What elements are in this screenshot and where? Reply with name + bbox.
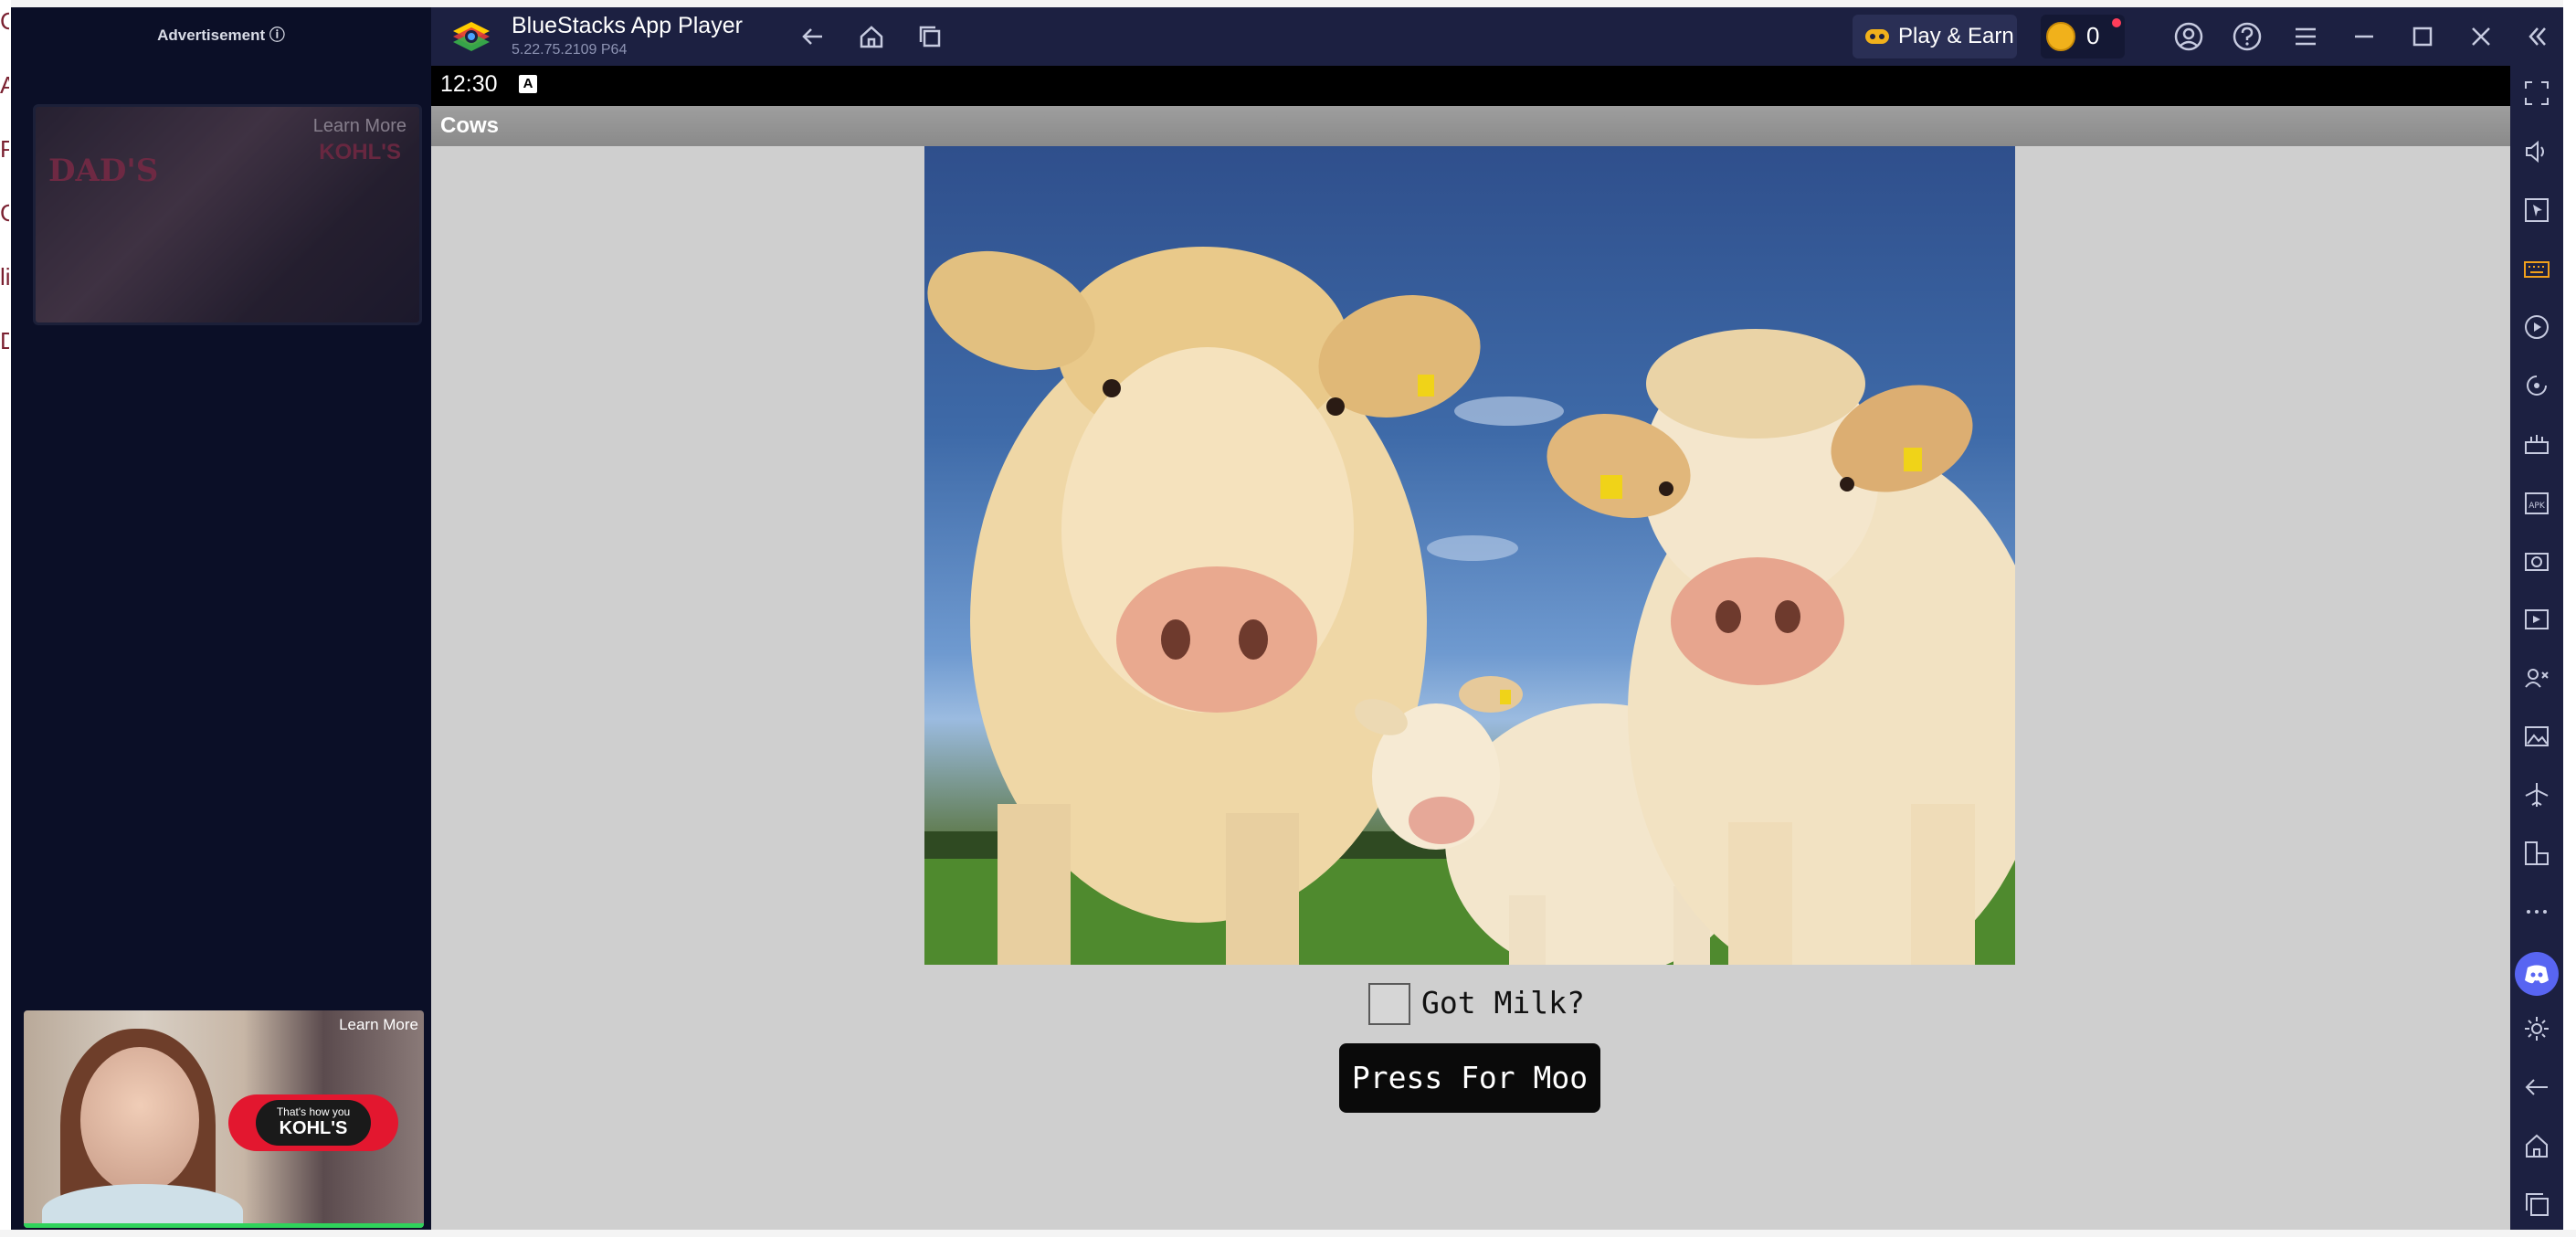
background-page-left: Cy Ad Pe G li D: [0, 0, 11, 1237]
window-titlebar: BlueStacks App Player 5.22.75.2109 P64 P…: [431, 7, 2563, 66]
play-and-earn-label: Play & Earn: [1898, 24, 2014, 48]
background-page-right: [2563, 0, 2576, 1237]
advertisement-panel: Advertisement ⓘ Learn More KOHL'S DAD'S …: [11, 7, 431, 1237]
screen-record-icon[interactable]: [2522, 605, 2551, 634]
got-milk-label[interactable]: Got Milk?: [1421, 985, 1585, 1020]
notification-dot: [2112, 18, 2121, 27]
app-title-cows: Cows: [440, 113, 500, 138]
discord-icon[interactable]: [2515, 952, 2559, 996]
more-icon[interactable]: [2522, 897, 2551, 926]
coin-icon: [2046, 22, 2075, 51]
ad-progress-bar: [24, 1223, 424, 1228]
advertisement-label: Advertisement ⓘ: [157, 26, 285, 44]
minimize-icon[interactable]: [2346, 18, 2382, 55]
gamepad-controls-icon[interactable]: [2522, 429, 2551, 459]
airplane-mode-icon[interactable]: [2522, 780, 2551, 809]
coin-count: 0: [2086, 22, 2100, 49]
bluestacks-logo-icon: [453, 22, 490, 51]
apk-install-icon[interactable]: APK: [2522, 488, 2551, 517]
cows-photo: [924, 146, 2015, 965]
play-and-earn-button[interactable]: Play & Earn: [1853, 15, 2017, 58]
ad-person-face: [80, 1047, 199, 1193]
android-recents-icon[interactable]: [2522, 1189, 2551, 1219]
fullscreen-icon[interactable]: [2522, 79, 2551, 108]
rotate-icon[interactable]: [2522, 371, 2551, 400]
android-back-icon[interactable]: [2522, 1073, 2551, 1102]
android-home-icon[interactable]: [2522, 1131, 2551, 1160]
collapse-sidebar-icon[interactable]: [2519, 18, 2556, 55]
background-link: li: [0, 263, 9, 291]
bottom-ad-learn-more[interactable]: Learn More: [339, 1016, 418, 1034]
close-icon[interactable]: [2463, 18, 2499, 55]
multi-instance-icon[interactable]: [2522, 663, 2551, 693]
kohls-brand: KOHL'S: [279, 1118, 348, 1138]
macro-record-icon[interactable]: [2522, 312, 2551, 342]
app-action-bar: Cows: [431, 106, 2510, 146]
coin-balance[interactable]: 0: [2041, 15, 2125, 58]
bottom-video-ad[interactable]: Learn More That's how you KOHL'S: [24, 1010, 424, 1228]
settings-icon[interactable]: [2522, 1014, 2551, 1043]
top-ad-brand: KOHL'S: [319, 140, 401, 164]
press-for-moo-button[interactable]: Press For Moo: [1339, 1043, 1600, 1113]
status-indicator-icon: A: [519, 75, 537, 93]
help-icon[interactable]: [2229, 18, 2265, 55]
bluestacks-sidebar: APK: [2510, 66, 2563, 1237]
app-title: BlueStacks App Player: [512, 13, 743, 38]
kohls-logo: That's how you KOHL'S: [228, 1094, 398, 1151]
keyboard-icon[interactable]: [2522, 254, 2551, 283]
background-link: Ad: [0, 71, 9, 99]
status-time: 12:30: [440, 71, 498, 97]
background-link: Pe: [0, 135, 9, 163]
back-icon[interactable]: [795, 18, 831, 55]
kohls-tagline: That's how you: [276, 1105, 351, 1118]
app-version: 5.22.75.2109 P64: [512, 42, 628, 58]
cows-illustration: [924, 247, 2015, 965]
volume-icon[interactable]: [2522, 137, 2551, 166]
android-status-bar: 12:30 A: [431, 66, 2510, 106]
media-folder-icon[interactable]: [2522, 722, 2551, 751]
home-icon[interactable]: [853, 18, 890, 55]
got-milk-checkbox[interactable]: [1368, 983, 1410, 1025]
screenshot-icon[interactable]: [2522, 546, 2551, 576]
menu-icon[interactable]: [2287, 18, 2324, 55]
resize-icon[interactable]: [2522, 839, 2551, 868]
background-link: Cy: [0, 7, 9, 35]
recent-apps-icon[interactable]: [912, 18, 948, 55]
top-ad-learn-more[interactable]: Learn More: [313, 116, 406, 137]
gamepad-icon: [1865, 29, 1889, 44]
background-link: G: [0, 199, 9, 227]
top-ad-banner[interactable]: Learn More KOHL'S DAD'S: [33, 104, 422, 325]
top-ad-headline: DAD'S: [48, 153, 159, 189]
svg-text:APK: APK: [2528, 502, 2546, 511]
maximize-icon[interactable]: [2404, 18, 2441, 55]
pointer-icon[interactable]: [2522, 196, 2551, 225]
background-page-bottom: [0, 1230, 2576, 1237]
account-icon[interactable]: [2170, 18, 2207, 55]
background-link: D: [0, 327, 9, 354]
background-page-top: [0, 0, 2576, 7]
